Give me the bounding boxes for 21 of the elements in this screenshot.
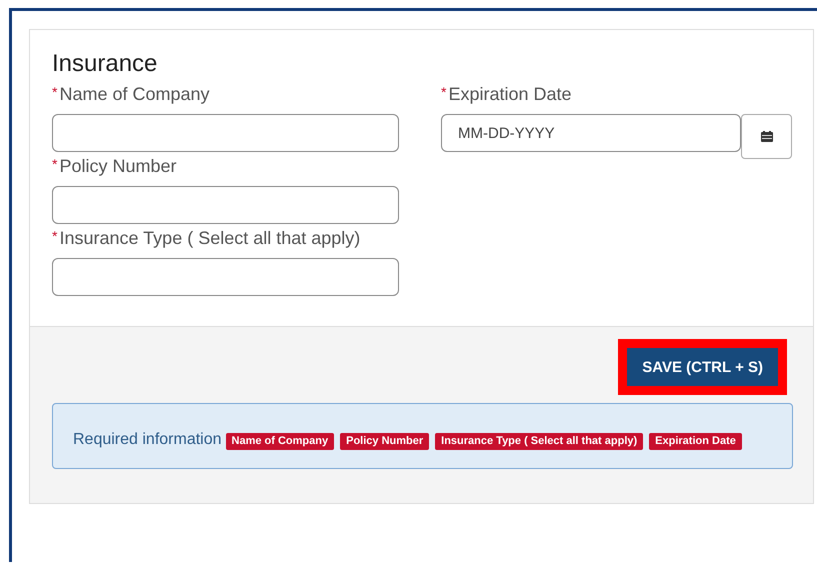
field-label: Insurance Type ( Select all that apply) — [59, 228, 360, 249]
field-label: Name of Company — [59, 84, 210, 105]
required-asterisk: * — [52, 228, 58, 244]
required-asterisk: * — [441, 84, 446, 100]
required-tag: Name of Company — [226, 433, 334, 450]
required-info-label: Required information — [73, 431, 222, 448]
section-title: Insurance — [52, 50, 158, 78]
save-button[interactable]: SAVE (CTRL + S) — [627, 348, 778, 386]
field-label: Policy Number — [59, 156, 176, 177]
required-asterisk: * — [52, 84, 58, 100]
input-field[interactable] — [52, 186, 399, 224]
required-asterisk: * — [52, 156, 58, 172]
input-field[interactable] — [52, 258, 399, 296]
calendar-icon — [760, 131, 772, 142]
calendar-button[interactable] — [741, 114, 792, 159]
required-tag: Expiration Date — [649, 433, 742, 450]
field-label: Expiration Date — [448, 84, 572, 105]
required-tag: Insurance Type ( Select all that apply) — [435, 433, 644, 450]
input-field[interactable] — [52, 114, 399, 152]
required-tag: Policy Number — [340, 433, 430, 450]
date-field[interactable]: MM-DD-YYYY — [441, 114, 741, 152]
